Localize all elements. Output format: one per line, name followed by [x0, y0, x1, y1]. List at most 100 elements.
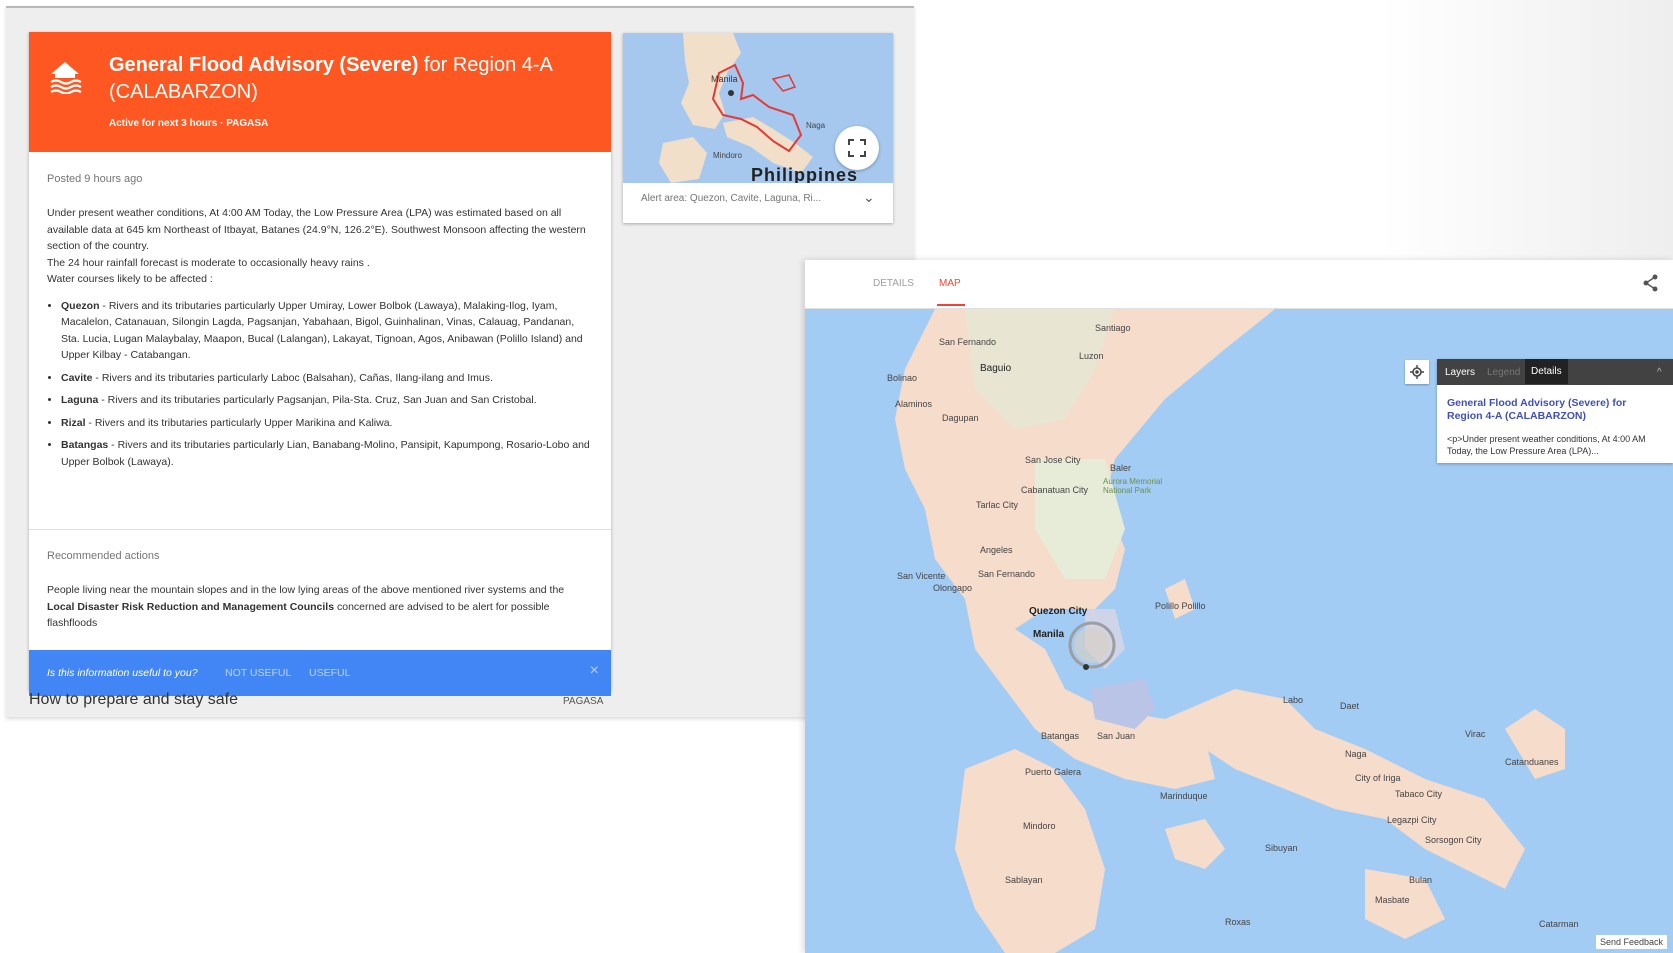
alert-area-text: Alert area: Quezon, Cavite, Laguna, Ri..…	[641, 193, 822, 204]
not-useful-button[interactable]: NOT USEFUL	[225, 667, 291, 679]
map-label-legazpi: Legazpi City	[1387, 815, 1437, 825]
river-details: - Rivers and its tributaries particularl…	[92, 371, 493, 384]
collapse-icon[interactable]: ^	[1657, 367, 1662, 378]
rainfall-forecast: The 24 hour rainfall forecast is moderat…	[47, 256, 370, 269]
recommended-actions-text: People living near the mountain slopes a…	[47, 582, 593, 632]
map-label-marinduque: Marinduque	[1160, 791, 1208, 801]
map-tabbar: DETAILS MAP	[805, 260, 1673, 309]
map-label-roxas: Roxas	[1225, 917, 1251, 927]
tab-map[interactable]: MAP	[939, 278, 961, 289]
map-label-san-fernando-north: San Fernando	[939, 337, 997, 347]
map-label-quezon-city: Quezon City	[1029, 606, 1088, 617]
river-details: - Rivers and its tributaries particularl…	[85, 416, 393, 429]
map-label-sibuyan: Sibuyan	[1265, 843, 1298, 853]
map-label-manila: Manila	[711, 74, 738, 84]
send-feedback-link[interactable]: Send Feedback	[1595, 935, 1667, 949]
river-details: - Rivers and its tributaries particularl…	[98, 394, 537, 406]
map-label-angeles: Angeles	[980, 545, 1013, 555]
map-label-country: Philippines	[751, 165, 859, 183]
useful-button[interactable]: USEFUL	[309, 667, 350, 679]
map-label-olongapo: Olongapo	[933, 583, 973, 593]
layers-panel: Layers Legend Details ^ General Flood Ad…	[1437, 359, 1673, 463]
close-icon[interactable]: ×	[590, 662, 599, 680]
feedback-bar: Is this information useful to you? NOT U…	[29, 650, 611, 696]
water-courses-intro: Water courses likely to be affected :	[47, 273, 213, 285]
map-label-dagupan: Dagupan	[942, 413, 979, 423]
posted-time: Posted 9 hours ago	[47, 173, 143, 185]
fullscreen-button[interactable]	[835, 126, 879, 170]
map-label-san-juan: San Juan	[1097, 731, 1136, 741]
crosshair-icon	[1410, 365, 1424, 379]
main-map[interactable]: San Fernando Baguio Santiago Luzon Bolin…	[805, 309, 1673, 953]
map-label-virac: Virac	[1465, 729, 1486, 739]
map-label-bulan: Bulan	[1409, 875, 1433, 885]
rec-text-bold: Local Disaster Risk Reduction and Manage…	[47, 600, 335, 613]
map-label-alaminos: Alaminos	[895, 399, 933, 409]
tab-details-layer[interactable]: Details	[1525, 359, 1568, 384]
map-label-sablayan: Sablayan	[1005, 875, 1043, 885]
tab-legend[interactable]: Legend	[1487, 367, 1520, 378]
map-label-san-fernando: San Fernando	[978, 569, 1036, 579]
map-label-iriga: City of Iriga	[1355, 773, 1401, 783]
advisory-header: General Flood Advisory (Severe) for Regi…	[29, 32, 611, 152]
map-label-masbate: Masbate	[1375, 895, 1410, 905]
section-divider	[29, 529, 611, 530]
map-label-bolinao: Bolinao	[887, 373, 918, 383]
map-label-catarman: Catarman	[1539, 919, 1579, 929]
map-label-tabaco: Tabaco City	[1395, 789, 1443, 799]
map-label-luzon: Luzon	[1079, 351, 1104, 361]
mini-map-card: Manila Naga Mindoro Philippines Alert ar…	[623, 33, 893, 223]
map-label-mindoro: Mindoro	[1023, 821, 1056, 831]
map-label-naga: Naga	[806, 121, 826, 130]
map-label-batangas: Batangas	[1041, 731, 1080, 741]
prepare-source: PAGASA	[563, 696, 604, 707]
list-item: Cavite - Rivers and its tributaries part…	[61, 370, 593, 387]
layer-description: <p>Under present weather conditions, At …	[1447, 434, 1646, 456]
list-item: Batangas - Rivers and its tributaries pa…	[61, 437, 593, 470]
advisory-card: General Flood Advisory (Severe) for Regi…	[29, 32, 611, 696]
fullscreen-icon	[848, 139, 866, 157]
advisory-body: Posted 9 hours ago Under present weather…	[29, 152, 611, 476]
map-label-aurora: Aurora Memorial National Park	[1103, 477, 1163, 495]
advisory-title: General Flood Advisory (Severe) for Regi…	[109, 52, 589, 106]
recommended-actions-title: Recommended actions	[47, 550, 160, 562]
prepare-section-title[interactable]: How to prepare and stay safe	[29, 691, 238, 709]
rec-text-start: People living near the mountain slopes a…	[47, 584, 565, 596]
feedback-question: Is this information useful to you?	[47, 667, 198, 679]
map-label-daet: Daet	[1340, 701, 1360, 711]
map-label-manila: Manila	[1033, 629, 1065, 640]
map-label-puerto-galera: Puerto Galera	[1025, 767, 1082, 777]
advisory-text: Under present weather conditions, At 4:0…	[47, 205, 593, 288]
river-details: - Rivers and its tributaries particularl…	[61, 439, 590, 468]
river-details: - Rivers and its tributaries particularl…	[61, 299, 583, 362]
map-label-labo: Labo	[1283, 695, 1304, 705]
province-name: Batangas	[61, 439, 109, 451]
list-item: Quezon - Rivers and its tributaries part…	[61, 298, 593, 364]
map-label-santiago: Santiago	[1095, 323, 1131, 333]
tab-details[interactable]: DETAILS	[873, 278, 914, 289]
tab-indicator	[937, 304, 965, 306]
list-item: Laguna - Rivers and its tributaries part…	[61, 392, 593, 409]
map-label-mindoro: Mindoro	[713, 151, 742, 160]
map-label-tarlac: Tarlac City	[976, 500, 1019, 510]
chevron-down-icon[interactable]: ⌄	[863, 189, 875, 206]
province-name: Laguna	[61, 394, 99, 406]
share-icon[interactable]	[1643, 274, 1659, 292]
province-name: Quezon	[61, 299, 100, 312]
map-label-catanduanes: Catanduanes	[1505, 757, 1559, 767]
layers-tabbar: Layers Legend Details ^	[1437, 359, 1673, 385]
advisory-title-bold: General Flood Advisory (Severe)	[109, 54, 419, 76]
map-panel: DETAILS MAP San Fernando Baguio Santiago	[805, 260, 1673, 953]
background-fade	[1380, 0, 1673, 270]
flood-icon	[50, 62, 82, 94]
layer-title[interactable]: General Flood Advisory (Severe) for Regi…	[1447, 397, 1663, 423]
tab-layers[interactable]: Layers	[1445, 367, 1475, 378]
province-name: Rizal	[61, 416, 86, 429]
map-label-cabanatuan: Cabanatuan City	[1021, 485, 1089, 495]
list-item: Rizal - Rivers and its tributaries parti…	[61, 415, 593, 432]
map-label-baguio: Baguio	[980, 363, 1012, 374]
my-location-button[interactable]	[1405, 360, 1429, 384]
mini-map[interactable]: Manila Naga Mindoro Philippines	[623, 33, 893, 183]
map-label-polillo: Polillo Polillo	[1155, 601, 1206, 611]
map-label-naga: Naga	[1345, 749, 1367, 759]
